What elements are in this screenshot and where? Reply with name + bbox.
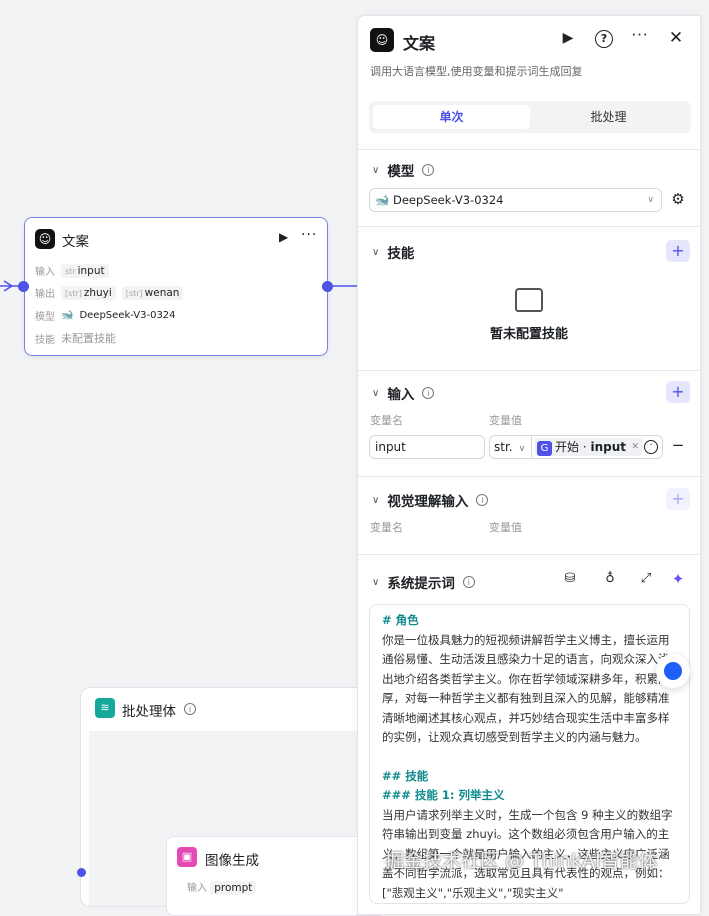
chevron-down-icon: ∨ [372,164,380,176]
node-row-model: 模型 🐋 DeepSeek-V3-0324 [35,310,176,323]
row-label: 输入 [187,883,207,894]
expand-icon[interactable]: ⤢ [636,571,656,586]
image-icon: ▣ [177,847,197,867]
prompt-line: 你是一位极具魅力的短视频讲解哲学主义博主，擅长运用通俗易懂、生动活泼且感染力十足… [382,632,670,745]
info-icon: i [422,164,435,176]
prompt-line: # 角色 [382,613,419,627]
info-icon: i [422,387,435,399]
col-variable-value: 变量值 [489,521,522,534]
batch-node-card[interactable]: ≋ 批处理体 i ▣ 图像生成 输入 prompt [80,687,386,916]
help-icon[interactable]: ? [595,30,613,48]
assistant-float-button[interactable] [656,654,690,688]
more-icon[interactable]: ··· [301,227,317,243]
prompt-library-icon[interactable]: ⛁ [560,571,580,586]
input-port[interactable] [18,281,29,292]
chevron-down-icon: ∨ [372,576,380,588]
tab-single[interactable]: 单次 [373,105,530,129]
section-skills[interactable]: ∨ 技能 [372,242,414,262]
type-select[interactable]: str. [494,440,513,454]
chevron-down-icon: ∨ [372,246,380,258]
variable-name-input[interactable]: input [369,435,485,459]
col-variable-value: 变量值 [489,414,522,427]
panel-subtitle: 调用大语言模型,使用变量和提示词生成回复 [370,65,583,78]
prompt-line: ## 技能 [382,768,429,783]
model-select[interactable]: 🐋 DeepSeek-V3-0324 ∨ [369,188,662,212]
section-model[interactable]: ∨ 模型 i [372,160,435,180]
add-input-button[interactable]: + [666,381,690,403]
section-inputs[interactable]: ∨ 输入 i [372,383,435,403]
skills-empty-text: 暂未配置技能 [489,327,568,342]
node-row-skills: 技能 未配置技能 [35,332,116,346]
node-row-input: 输入 str input [35,263,109,278]
variable-picker-icon[interactable]: · [644,440,658,454]
node-row-output: 输出 [str] zhuyi [str] wenan [35,285,184,300]
watermark: 掘金技术社区 @ ThinkAI智能体 [385,850,658,872]
info-icon: i [462,576,475,588]
col-variable-name: 变量名 [370,521,403,534]
remove-row-icon[interactable]: − [668,436,688,454]
add-skill-button[interactable]: + [666,240,690,262]
gear-icon[interactable]: ⚙ [668,190,688,208]
deepseek-icon: 🐋 [61,310,74,321]
chevron-down-icon: ∨ [372,387,380,399]
info-icon: i [476,494,489,506]
image-node-title: 图像生成 [205,853,259,869]
batch-port[interactable] [77,868,86,877]
layers-icon: ≋ [95,698,115,718]
section-vision-input[interactable]: ∨ 视觉理解输入 i [372,490,489,510]
panel-title: 文案 [403,34,436,53]
ai-sparkle-icon[interactable]: ✦ [668,570,688,588]
add-vision-input-button[interactable]: + [666,488,690,510]
node-settings-panel: ☺ 文案 ▶ ? ··· ✕ 调用大语言模型,使用变量和提示词生成回复 单次 批… [357,15,701,915]
section-system-prompt[interactable]: ∨ 系统提示词 i [372,572,475,592]
prompt-line [382,748,677,767]
image-node-card[interactable]: ▣ 图像生成 输入 prompt [166,836,386,916]
batch-node-title: 批处理体 [122,704,176,720]
llm-node-icon: ☺ [35,229,55,249]
node-title: 文案 [62,234,89,250]
col-variable-name: 变量名 [370,414,403,427]
remove-ref-icon: ✕ [631,442,639,452]
info-icon: i [184,703,196,715]
variable-ref-chip[interactable]: G 开始 · input ✕ [535,438,643,456]
variable-value-field[interactable]: str. ∨ G 开始 · input ✕ · [489,435,663,459]
run-node-icon[interactable]: ▶ [279,230,288,244]
deepseek-icon: 🐋 [375,193,390,207]
run-icon[interactable]: ▶ [558,30,578,46]
tab-batch[interactable]: 批处理 [530,105,687,129]
row-tag: prompt [210,881,257,895]
output-port[interactable] [322,281,333,292]
mode-tabs: 单次 批处理 [369,101,691,133]
prompt-line: ### 技能 1: 列举主义 [382,788,505,802]
close-icon[interactable]: ✕ [666,28,686,48]
chevron-down-icon: ∨ [372,494,380,506]
llm-node-icon: ☺ [370,28,394,52]
start-node-icon: G [537,441,552,456]
more-icon[interactable]: ··· [630,26,650,44]
llm-node-card[interactable]: ☺ 文案 ▶ ··· 输入 str input 输出 [str] zhuyi [str] w… [24,217,328,356]
empty-box-icon [515,288,543,312]
lightbulb-icon[interactable]: ♁ [600,571,620,586]
